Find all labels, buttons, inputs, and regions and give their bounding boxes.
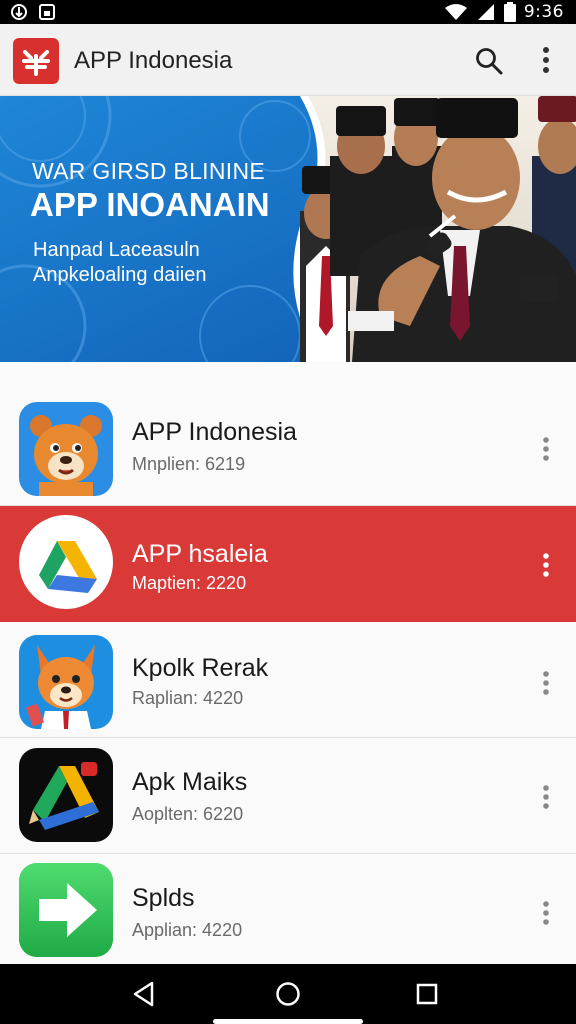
app-name: APP hsaleia <box>132 540 268 568</box>
status-bar: 9:36 <box>0 0 576 24</box>
app-name: Kpolk Rerak <box>132 654 269 682</box>
app-meta: Applian: 4220 <box>132 920 243 940</box>
list-item-selected[interactable]: APP hsaleia Maptien: 2220 <box>0 506 576 622</box>
search-icon[interactable] <box>474 46 504 76</box>
more-vert-icon[interactable] <box>534 782 558 812</box>
more-vert-icon[interactable] <box>534 668 558 698</box>
signal-icon <box>477 4 494 20</box>
app-logo-icon <box>13 38 59 84</box>
green-arrow-icon <box>19 863 113 957</box>
list-item[interactable]: Kpolk Rerak Raplian: 4220 <box>0 622 576 738</box>
app-list: APP Indonesia Mnplien: 6219 APP hsaleia … <box>0 362 576 970</box>
list-item[interactable]: Apk Maiks Aoplten: 6220 <box>0 738 576 854</box>
drive-triangle-icon <box>19 515 113 609</box>
more-vert-icon[interactable] <box>534 550 558 580</box>
triangle-pencil-icon <box>19 748 113 842</box>
banner-description: Hanpad Laceasuln Anpkeloaling daiien <box>33 239 207 286</box>
app-title: APP Indonesia <box>74 47 233 74</box>
app-meta: Aoplten: 6220 <box>132 804 244 824</box>
app-meta: Raplian: 4220 <box>132 688 244 708</box>
banner-subtitle: WAR GIRSD BLININE <box>32 158 265 184</box>
list-item[interactable]: Splds Applian: 4220 <box>0 854 576 970</box>
status-time: 9:36 <box>523 2 564 22</box>
usb-debug-icon <box>11 4 27 20</box>
more-vert-icon[interactable] <box>532 44 560 76</box>
home-icon[interactable] <box>272 978 304 1010</box>
list-item[interactable]: APP Indonesia Mnplien: 6219 <box>0 390 576 506</box>
screenshot-icon <box>39 4 55 20</box>
app-name: Splds <box>132 884 195 912</box>
banner-illustration <box>0 96 576 362</box>
home-indicator <box>213 1019 363 1024</box>
top-app-bar: APP Indonesia <box>0 24 576 96</box>
more-vert-icon[interactable] <box>534 898 558 928</box>
promo-banner[interactable]: WAR GIRSD BLININE APP INOANAIN Hanpad La… <box>0 96 576 362</box>
wifi-icon <box>444 4 467 20</box>
app-name: Apk Maiks <box>132 768 248 796</box>
battery-icon <box>503 2 516 22</box>
more-vert-icon[interactable] <box>534 434 558 464</box>
app-name: APP Indonesia <box>132 418 297 446</box>
fox-mascot-icon <box>19 635 113 729</box>
back-icon[interactable] <box>128 978 160 1010</box>
recents-icon[interactable] <box>411 978 443 1010</box>
app-meta: Maptien: 2220 <box>132 573 247 593</box>
banner-title: APP INOANAIN <box>30 186 270 223</box>
bear-mascot-icon <box>19 402 113 496</box>
system-nav-bar <box>0 964 576 1024</box>
app-meta: Mnplien: 6219 <box>132 454 246 474</box>
